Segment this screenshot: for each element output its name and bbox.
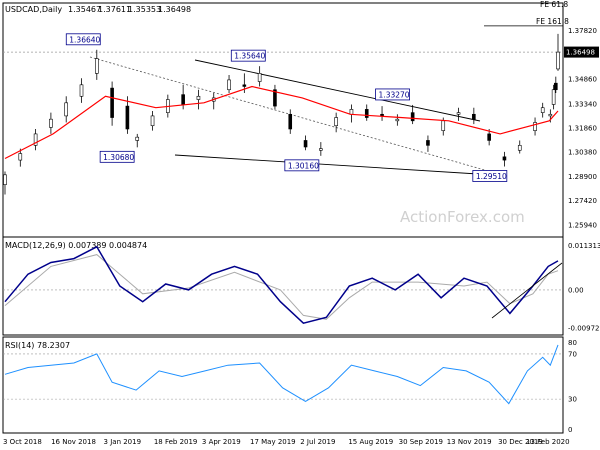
candle-body <box>227 79 231 91</box>
candle-body <box>395 118 400 122</box>
rsi-title: RSI(14) 78.2307 <box>5 341 70 350</box>
candle-body <box>49 118 53 128</box>
candle-body <box>556 51 560 70</box>
candle-body <box>472 113 476 120</box>
price-tick-label: 1.37820 <box>568 27 597 35</box>
price-title: USDCAD,Daily <box>5 5 62 14</box>
watermark: ActionForex.com <box>400 208 525 226</box>
candle-body <box>540 107 545 113</box>
price-open: 1.35467 <box>68 5 101 14</box>
candle-body <box>517 145 522 151</box>
price-low: 1.35353 <box>128 5 161 14</box>
candle-body <box>110 87 114 118</box>
candle-body <box>502 156 507 161</box>
candle-body <box>426 140 430 146</box>
candle-body <box>554 82 558 91</box>
rsi-tick-label: 0 <box>568 426 572 434</box>
candle-body <box>257 73 262 82</box>
last-price-label: 1.36498 <box>566 49 595 57</box>
candle-body <box>18 153 23 161</box>
candle-body <box>79 84 84 97</box>
candle-body <box>303 140 308 148</box>
fe-61-8-label: FE 61.8 <box>540 0 568 9</box>
date-tick-label: 2 Jul 2019 <box>300 438 335 446</box>
price-tick-label: 1.27420 <box>568 197 597 205</box>
candle-body <box>95 58 99 74</box>
price-label-text: 1.30680 <box>103 153 134 162</box>
macd-tick-label: -0.009729 <box>568 325 600 333</box>
price-label-text: 1.30160 <box>288 161 319 170</box>
usdcad-daily-chart: USDCAD,Daily 1.35467 1.37611 1.35353 1.3… <box>0 0 600 450</box>
date-tick-label: 17 May 2019 <box>250 438 296 446</box>
rsi-tick-label: 80 <box>568 339 577 347</box>
candle-body <box>349 109 354 115</box>
candle-body <box>3 174 7 185</box>
candle-body <box>487 133 491 141</box>
candle-body <box>456 112 461 115</box>
price-tick-label: 1.25940 <box>568 221 597 229</box>
date-tick-label: 13 Nov 2019 <box>447 438 492 446</box>
candle-body <box>533 122 537 131</box>
price-tick-label: 1.33340 <box>568 100 597 108</box>
price-high: 1.37611 <box>98 5 131 14</box>
date-tick-label: 15 Aug 2019 <box>348 438 393 446</box>
candle-body <box>548 113 553 117</box>
price-label-text: 1.29510 <box>476 172 507 181</box>
price-tick-label: 1.31860 <box>568 125 597 133</box>
price-close: 1.36498 <box>158 5 191 14</box>
candle-body <box>319 148 323 151</box>
candle-body <box>181 94 185 105</box>
macd-tick-label: 0.00 <box>568 286 584 294</box>
date-tick-label: 30 Sep 2019 <box>399 438 443 446</box>
date-tick-label: 3 Oct 2018 <box>3 438 42 446</box>
price-tick-label: 1.28900 <box>568 173 597 181</box>
price-tick-label: 1.34860 <box>568 75 597 83</box>
rsi-tick-label: 30 <box>568 396 577 404</box>
price-axis: 1.37820 1.34860 1.33340 1.31860 1.30380 … <box>564 27 599 229</box>
candle-body <box>334 117 338 127</box>
candle-body <box>125 105 130 130</box>
price-label-text: 1.33270 <box>379 90 410 99</box>
price-tick-label: 1.30380 <box>568 149 597 157</box>
rsi-tick-label: 70 <box>568 350 577 358</box>
candle-body <box>551 89 556 105</box>
candle-body <box>410 112 415 122</box>
candle-body <box>242 84 247 87</box>
macd-tick-label: 0.011313 <box>568 242 600 250</box>
price-label-text: 1.35640 <box>234 52 265 61</box>
date-tick-label: 16 Nov 2018 <box>51 438 96 446</box>
date-axis: 3 Oct 2018 16 Nov 2018 3 Jan 2019 18 Feb… <box>3 438 570 446</box>
date-tick-label: 3 Jan 2019 <box>104 438 142 446</box>
macd-title: MACD(12,26,9) 0.007389 0.004874 <box>5 241 147 250</box>
fe-161-8-label: FE 161.8 <box>536 17 569 26</box>
date-tick-label: 13 Feb 2020 <box>526 438 570 446</box>
candle-body <box>364 109 369 118</box>
candle-body <box>150 115 155 127</box>
date-tick-label: 3 Apr 2019 <box>202 438 241 446</box>
candle-body <box>441 120 446 131</box>
price-label-text: 1.36640 <box>69 35 100 44</box>
date-tick-label: 18 Feb 2019 <box>154 438 198 446</box>
candle-body <box>288 113 293 130</box>
candle-body <box>64 102 69 117</box>
candle-body <box>135 136 140 141</box>
candle-body <box>196 95 201 100</box>
